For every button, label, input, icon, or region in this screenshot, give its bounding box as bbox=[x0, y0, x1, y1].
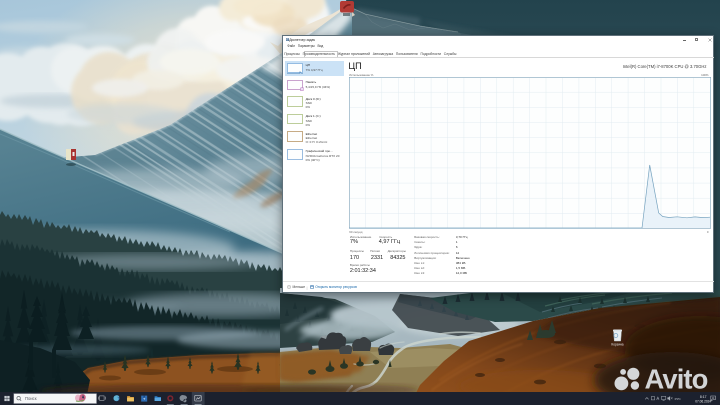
svg-text:Поиск: Поиск bbox=[25, 396, 37, 401]
svg-text:РУС: РУС bbox=[675, 397, 682, 401]
svg-text:8:17: 8:17 bbox=[700, 395, 707, 399]
svg-text:07.06.2024: 07.06.2024 bbox=[695, 399, 711, 403]
svg-text:+: + bbox=[143, 397, 146, 402]
svg-text:Avito: Avito bbox=[645, 363, 708, 394]
svg-text:Корзина: Корзина bbox=[611, 342, 623, 346]
